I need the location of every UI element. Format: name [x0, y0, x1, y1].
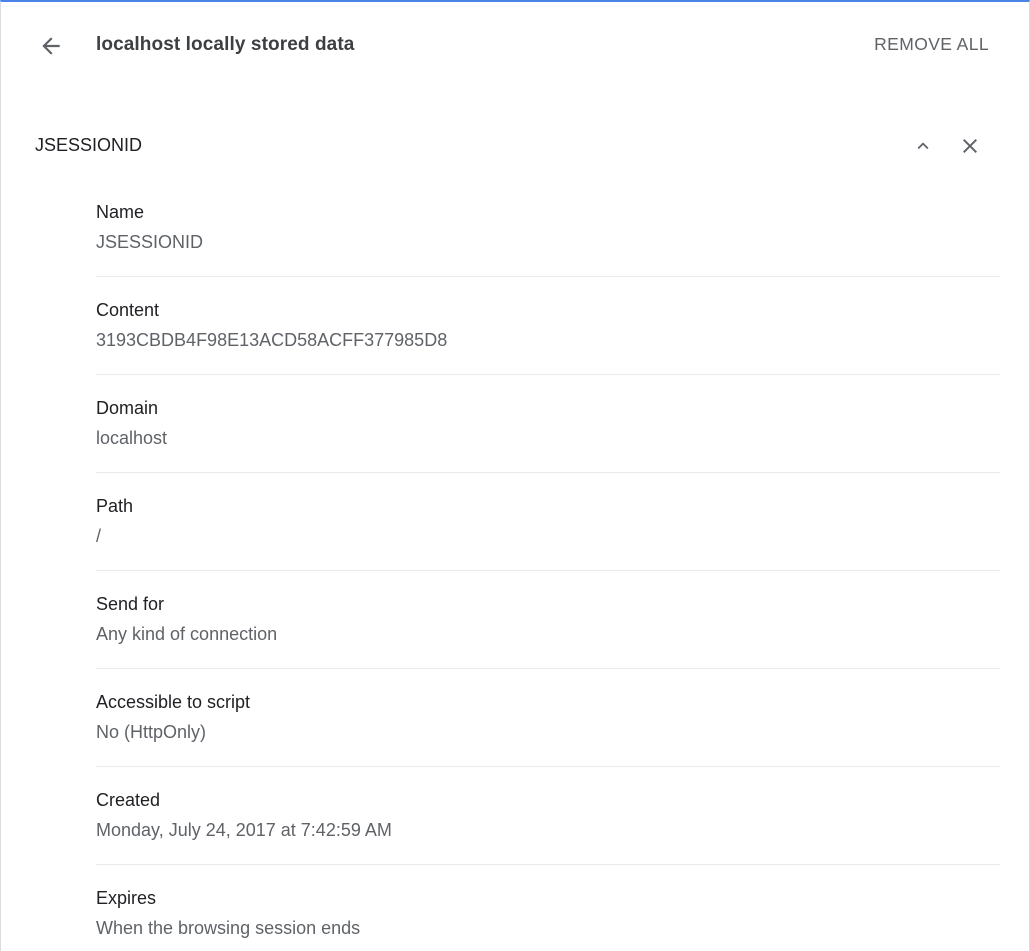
remove-all-button[interactable]: REMOVE ALL	[874, 34, 989, 55]
detail-row-expires: Expires When the browsing session ends	[96, 865, 1000, 951]
detail-value: localhost	[96, 428, 168, 448]
detail-value: Monday, July 24, 2017 at 7:42:59 AM	[96, 820, 392, 840]
cookie-details: Name JSESSIONID Content 3193CBDB4F98E13A…	[96, 179, 1000, 951]
detail-value: When the browsing session ends	[96, 918, 361, 938]
detail-label: Path	[96, 496, 134, 516]
site-data-page: localhost locally stored data REMOVE ALL…	[0, 0, 1030, 951]
detail-value: Any kind of connection	[96, 624, 278, 644]
remove-cookie-button[interactable]	[954, 130, 986, 162]
back-button[interactable]	[31, 28, 71, 64]
detail-label: Created	[96, 790, 161, 810]
detail-value: /	[96, 526, 102, 546]
detail-row-send-for: Send for Any kind of connection	[96, 571, 1000, 669]
detail-value: 3193CBDB4F98E13ACD58ACFF377985D8	[96, 330, 448, 350]
detail-label: Content	[96, 300, 160, 320]
detail-value: No (HttpOnly)	[96, 722, 207, 742]
detail-row-name: Name JSESSIONID	[96, 179, 1000, 277]
detail-row-created: Created Monday, July 24, 2017 at 7:42:59…	[96, 767, 1000, 865]
close-icon	[963, 139, 977, 153]
detail-row-content: Content 3193CBDB4F98E13ACD58ACFF377985D8	[96, 277, 1000, 375]
cookie-name: JSESSIONID	[35, 135, 143, 155]
page-title: localhost locally stored data	[96, 34, 355, 55]
detail-label: Domain	[96, 398, 159, 418]
collapse-button[interactable]	[907, 130, 939, 162]
detail-label: Accessible to script	[96, 692, 251, 712]
detail-label: Send for	[96, 594, 165, 614]
chevron-up-icon	[917, 142, 929, 150]
detail-label: Expires	[96, 888, 157, 908]
detail-row-domain: Domain localhost	[96, 375, 1000, 473]
detail-label: Name	[96, 202, 145, 222]
detail-value: JSESSIONID	[96, 232, 204, 252]
arrow-back-icon	[42, 37, 60, 55]
detail-row-accessible-to-script: Accessible to script No (HttpOnly)	[96, 669, 1000, 767]
cookie-header: JSESSIONID	[1, 120, 1029, 172]
detail-row-path: Path /	[96, 473, 1000, 571]
page-header: localhost locally stored data REMOVE ALL	[1, 2, 1029, 90]
